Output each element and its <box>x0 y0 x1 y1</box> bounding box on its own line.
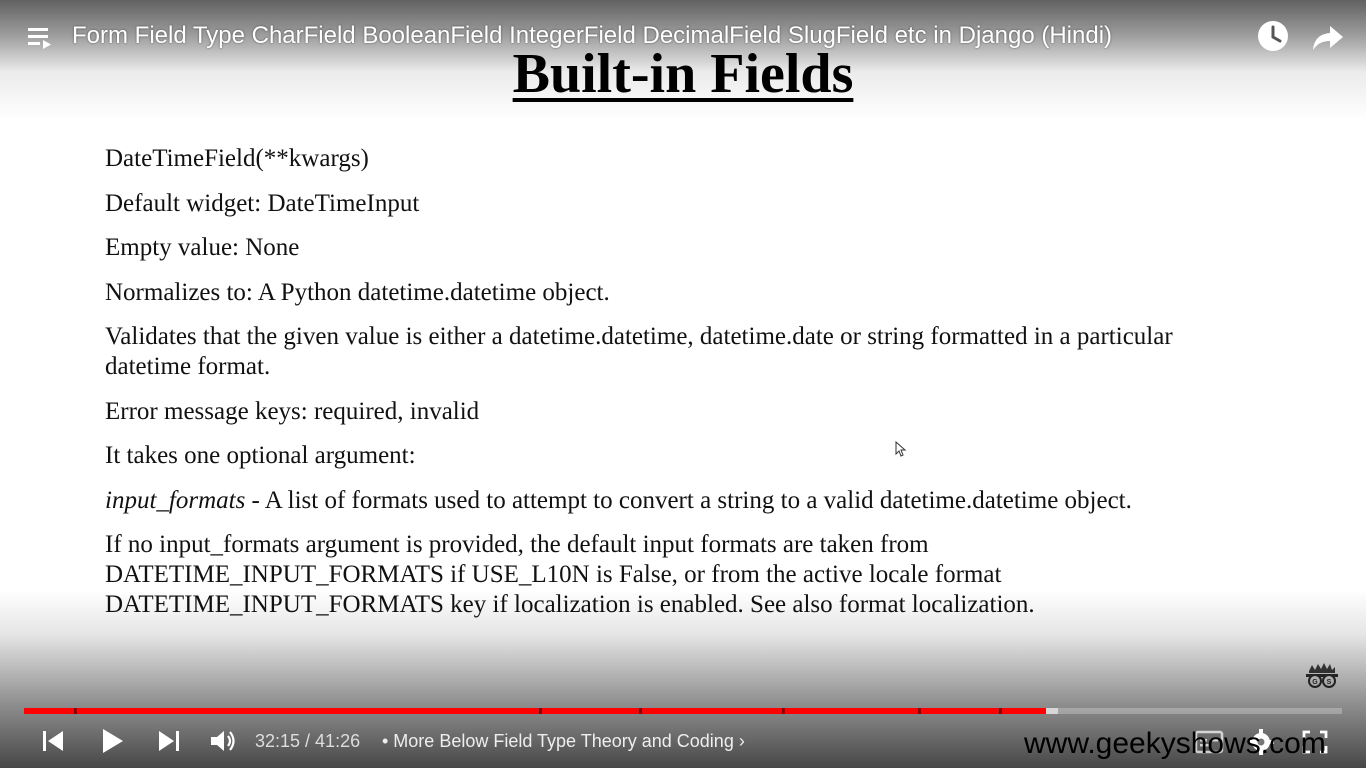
slide-paragraph-rest: - A list of formats used to attempt to c… <box>251 486 1132 514</box>
playlist-icon[interactable] <box>26 24 56 52</box>
chapter-label: • More Below Field Type Theory and Codin… <box>382 731 734 751</box>
chapter-marker <box>74 708 77 714</box>
video-title[interactable]: Form Field Type CharField BooleanField I… <box>72 20 1112 52</box>
slide-paragraph: If no input_formats argument is provided… <box>105 531 1035 618</box>
slide-paragraph: Normalizes to: A Python datetime.datetim… <box>105 278 610 306</box>
site-watermark: www.geekyshows.com <box>1024 727 1326 760</box>
progress-bar[interactable] <box>24 708 1342 714</box>
next-icon[interactable] <box>156 726 182 756</box>
chapter-marker <box>539 708 542 714</box>
share-icon[interactable] <box>1310 20 1346 54</box>
mouse-cursor-icon <box>895 441 907 457</box>
play-icon[interactable] <box>98 726 126 756</box>
slide-paragraph: Error message keys: required, invalid <box>105 397 480 425</box>
watch-later-icon[interactable] <box>1255 18 1291 54</box>
chapter-arrow-icon: › <box>738 731 745 751</box>
slide-paragraph: It takes one optional argument: <box>105 442 416 469</box>
slide-body: DateTimeField(**kwargs) Default widget: … <box>105 144 1255 635</box>
video-frame[interactable]: Built-in Fields DateTimeField(**kwargs) … <box>0 0 1366 768</box>
chapter-marker <box>918 708 921 714</box>
volume-icon[interactable] <box>208 726 238 756</box>
slide-paragraph: Validates that the given value is either… <box>105 323 1173 380</box>
chapter-marker <box>639 708 642 714</box>
previous-icon[interactable] <box>40 726 66 756</box>
slide-paragraph-input-formats: input_formats - A list of formats used t… <box>105 486 1255 516</box>
slide-paragraph: Default widget: DateTimeInput <box>105 189 420 217</box>
chapter-marker <box>999 708 1002 714</box>
progress-played <box>24 708 1047 714</box>
time-display: 32:15 / 41:26 <box>255 731 361 751</box>
svg-text:S: S <box>1327 679 1332 686</box>
slide-paragraph: Empty value: None <box>105 234 300 261</box>
slide-paragraph: DateTimeField(**kwargs) <box>105 145 369 172</box>
italic-term: input_formats <box>105 486 246 514</box>
chapter-marker <box>782 708 785 714</box>
svg-text:G: G <box>1312 679 1318 686</box>
geekyshows-logo-icon: G S <box>1306 663 1338 688</box>
chapter-button[interactable]: • More Below Field Type Theory and Codin… <box>382 729 745 753</box>
